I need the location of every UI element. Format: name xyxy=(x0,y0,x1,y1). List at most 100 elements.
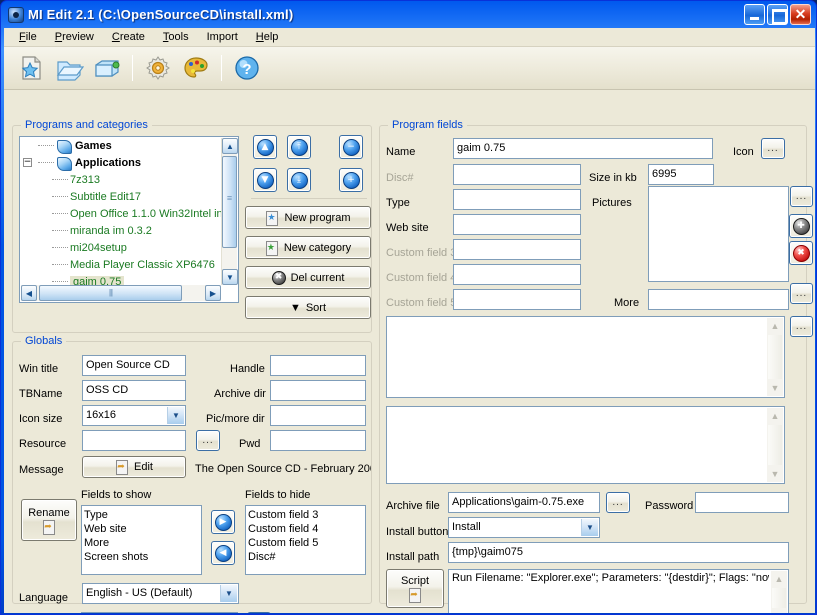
move-to-hide-button[interactable]: ▶ xyxy=(211,510,235,534)
install-path-input[interactable]: {tmp}\gaim075 xyxy=(448,542,789,563)
tree-item-open-office[interactable]: Open Office 1.1.0 Win32Intel inst xyxy=(20,205,221,222)
script-scrollbar[interactable]: ▲ ▼ xyxy=(771,571,787,613)
pwd-input[interactable] xyxy=(270,430,366,451)
move-to-top-button[interactable]: ⤒ xyxy=(287,135,311,159)
new-category-button[interactable]: New category xyxy=(245,236,371,259)
size-input[interactable]: 6995 xyxy=(648,164,714,185)
chevron-down-icon[interactable]: ▼ xyxy=(220,585,237,602)
menu-import[interactable]: Import xyxy=(198,29,247,45)
icon-size-select[interactable]: 16x16 ▼ xyxy=(82,405,186,426)
handle-input[interactable] xyxy=(270,355,366,376)
menu-file[interactable]: FFileile xyxy=(10,29,46,45)
scroll-thumb-h[interactable] xyxy=(39,285,182,301)
tree-item-gaim-selected[interactable]: gaim 0.75 xyxy=(20,273,221,285)
list-item[interactable]: More xyxy=(84,536,201,550)
archive-browse-button[interactable]: ... xyxy=(606,492,630,513)
tree-item-mi204setup[interactable]: mi204setup xyxy=(20,239,221,256)
sort-button[interactable]: ▼ Sort xyxy=(245,296,371,319)
scroll-left-icon[interactable]: ◀ xyxy=(21,285,37,301)
script-textarea[interactable]: Run Filename: "Explorer.exe"; Parameters… xyxy=(448,569,789,613)
del-current-button[interactable]: ✖ Del current xyxy=(245,266,371,289)
tree-item-media-player-classic[interactable]: Media Player Classic XP6476 xyxy=(20,256,221,273)
fields-to-hide-list[interactable]: Custom field 3 Custom field 4 Custom fie… xyxy=(245,505,366,575)
menu-preview[interactable]: Preview xyxy=(46,29,103,45)
description-browse-button[interactable]: ... xyxy=(790,316,813,337)
win-title-input[interactable]: Open Source CD xyxy=(82,355,186,376)
scroll-thumb[interactable] xyxy=(772,588,786,608)
xslt-browse-button[interactable]: ... xyxy=(247,612,271,613)
pictures-browse-button[interactable]: ... xyxy=(790,186,813,207)
pictures-list[interactable] xyxy=(648,186,789,282)
scroll-down-icon[interactable]: ▼ xyxy=(771,609,787,613)
menu-create[interactable]: Create xyxy=(103,29,154,45)
custom4-input[interactable] xyxy=(453,264,581,285)
scroll-thumb[interactable] xyxy=(768,335,782,379)
list-item[interactable]: Custom field 5 xyxy=(248,536,365,550)
password-input[interactable] xyxy=(695,492,789,513)
type-input[interactable] xyxy=(453,189,581,210)
fields-to-show-list[interactable]: Type Web site More Screen shots xyxy=(81,505,202,575)
pictures-delete-button[interactable]: ✖ xyxy=(789,241,813,265)
move-to-bottom-button[interactable]: ⤓ xyxy=(287,168,311,192)
chevron-down-icon[interactable]: ▼ xyxy=(581,519,598,536)
collapse-all-button[interactable]: − xyxy=(339,135,363,159)
website-input[interactable] xyxy=(453,214,581,235)
language-select[interactable]: English - US (Default) ▼ xyxy=(82,583,239,604)
disc-input[interactable] xyxy=(453,164,581,185)
open-folder-icon[interactable] xyxy=(50,50,88,86)
close-button[interactable]: ✕ xyxy=(790,4,811,25)
chevron-down-icon[interactable]: ▼ xyxy=(167,407,184,424)
xslt-file-input[interactable] xyxy=(81,612,238,613)
description-textarea-bottom[interactable]: ▲ ▼ xyxy=(386,406,785,484)
tree-item-miranda-im[interactable]: miranda im 0.3.2 xyxy=(20,222,221,239)
description-textarea-top[interactable]: ▲ ▼ xyxy=(386,316,785,398)
scroll-thumb[interactable] xyxy=(222,156,237,248)
list-item[interactable]: Web site xyxy=(84,522,201,536)
scroll-up-icon[interactable]: ▲ xyxy=(222,138,238,154)
scroll-up-icon[interactable]: ▲ xyxy=(767,408,783,424)
more-input[interactable] xyxy=(648,289,789,310)
script-edit-button[interactable]: Script xyxy=(386,569,444,608)
pictures-preview-button[interactable]: ✚ xyxy=(789,214,813,238)
scroll-thumb[interactable] xyxy=(768,425,782,465)
resource-browse-button[interactable]: ... xyxy=(196,430,220,451)
list-item[interactable]: Disc# xyxy=(248,550,365,564)
settings-gear-icon[interactable] xyxy=(139,50,177,86)
program-tree[interactable]: Games − Applications 7z313 Subtitle Edit… xyxy=(19,136,239,303)
install-button-select[interactable]: Install ▼ xyxy=(448,517,600,538)
tree-item-games[interactable]: Games xyxy=(20,137,221,154)
maximize-button[interactable] xyxy=(767,4,788,25)
help-icon[interactable]: ? xyxy=(228,50,266,86)
list-item[interactable]: Custom field 3 xyxy=(248,508,365,522)
collapse-expander-icon[interactable]: − xyxy=(23,158,32,167)
tbname-input[interactable]: OSS CD xyxy=(82,380,186,401)
rename-button[interactable]: Rename xyxy=(21,499,77,541)
archive-dir-input[interactable] xyxy=(270,380,366,401)
scroll-down-icon[interactable]: ▼ xyxy=(767,380,783,396)
scroll-down-icon[interactable]: ▼ xyxy=(222,269,238,285)
name-input[interactable]: gaim 0.75 xyxy=(453,138,713,159)
resource-input[interactable] xyxy=(82,430,186,451)
tree-item-7z313[interactable]: 7z313 xyxy=(20,171,221,188)
tree-horizontal-scrollbar[interactable]: ◀ ▶ xyxy=(21,285,221,301)
list-item[interactable]: Custom field 4 xyxy=(248,522,365,536)
move-to-show-button[interactable]: ◀ xyxy=(211,541,235,565)
save-box-icon[interactable] xyxy=(88,50,126,86)
new-file-icon[interactable] xyxy=(12,50,50,86)
scroll-right-icon[interactable]: ▶ xyxy=(205,285,221,301)
custom5-input[interactable] xyxy=(453,289,581,310)
message-edit-button[interactable]: Edit xyxy=(82,456,186,478)
tree-vertical-scrollbar[interactable]: ▲ ▼ xyxy=(221,138,238,285)
list-item[interactable]: Screen shots xyxy=(84,550,201,564)
palette-icon[interactable] xyxy=(177,50,215,86)
tree-item-applications[interactable]: − Applications xyxy=(20,154,221,171)
list-item[interactable]: Type xyxy=(84,508,201,522)
move-down-button[interactable]: ▼ xyxy=(253,168,277,192)
icon-browse-button[interactable]: ... xyxy=(761,138,785,159)
custom3-input[interactable] xyxy=(453,239,581,260)
more-browse-button[interactable]: ... xyxy=(790,283,813,304)
scroll-up-icon[interactable]: ▲ xyxy=(771,571,787,587)
minimize-button[interactable] xyxy=(744,4,765,25)
scroll-down-icon[interactable]: ▼ xyxy=(767,466,783,482)
archive-file-input[interactable]: Applications\gaim-0.75.exe xyxy=(448,492,600,513)
